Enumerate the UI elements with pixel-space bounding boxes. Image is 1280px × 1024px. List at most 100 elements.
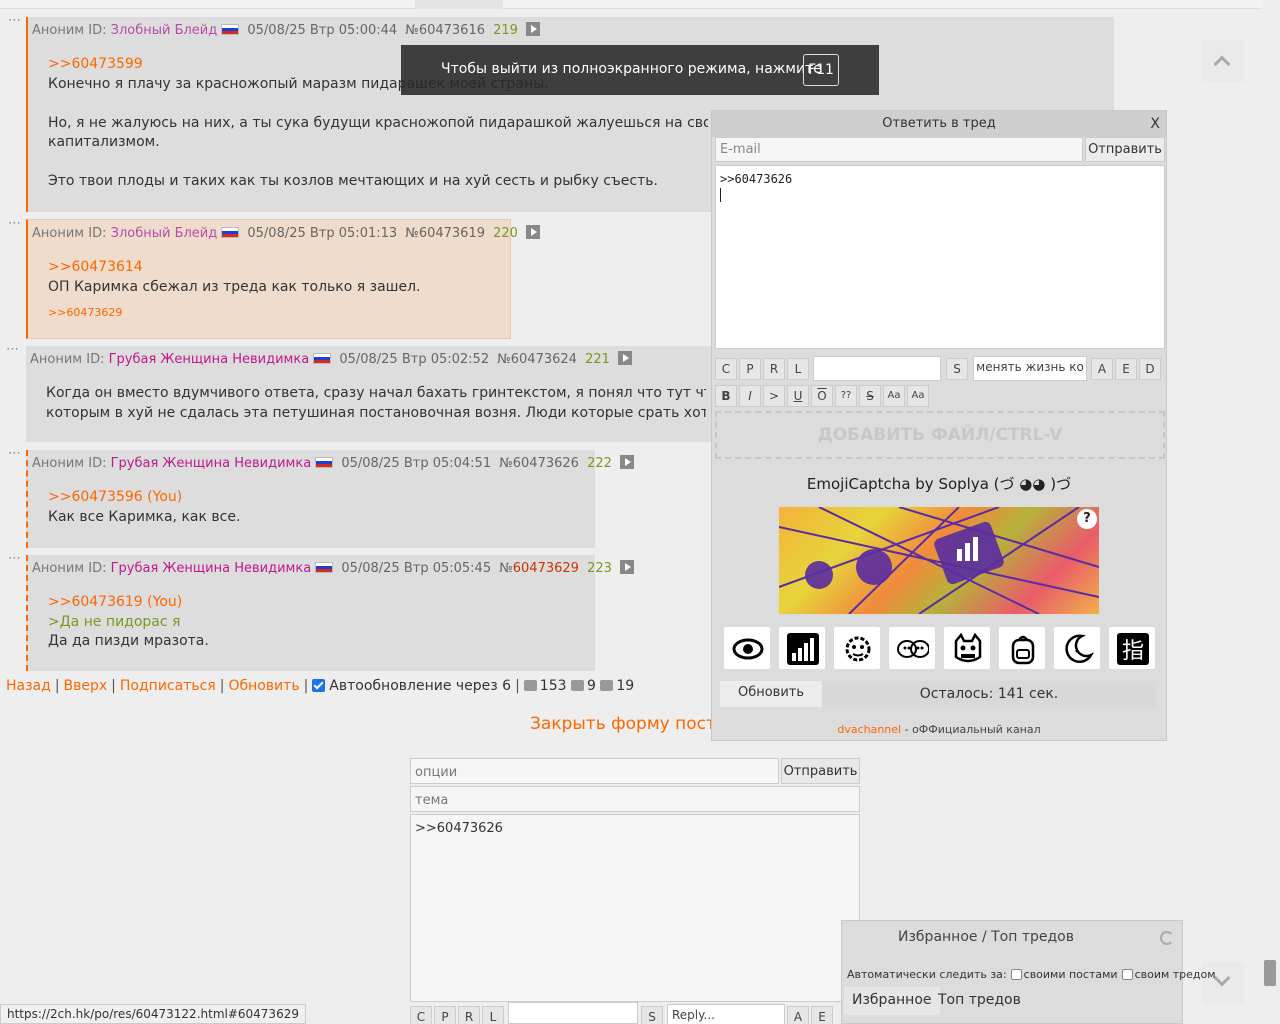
lower-extra-input[interactable] [508,1002,638,1024]
nav-top-link[interactable]: Вверх [64,678,108,694]
tab-favorites[interactable]: Избранное [844,987,940,1015]
eye-icon[interactable] [723,626,771,670]
status-url-bar: https://2ch.hk/po/res/60473122.html#6047… [0,1004,306,1024]
post-menu-dots[interactable]: ⋯ [8,214,22,234]
post-line: Как все Каримка, как все. [48,508,241,525]
options-field[interactable]: опции [410,758,779,784]
own-posts-checkbox[interactable] [1010,969,1022,980]
two-faces-icon[interactable] [888,626,936,670]
post-count: 222 [587,456,612,471]
post-reply-ref[interactable]: >>60473629 [48,303,500,323]
fmt-c-button[interactable]: C [410,1006,432,1024]
backpack-icon[interactable] [998,626,1046,670]
post-number[interactable]: №60473626 [499,456,579,471]
nav-back-link[interactable]: Назад [6,678,51,694]
nav-refresh-link[interactable]: Обновить [228,678,299,694]
post-menu-dots[interactable]: ⋯ [8,444,22,464]
rp-fmt-d-button[interactable]: D [1139,358,1161,380]
post-id-name[interactable]: Злобный Блейд [111,23,218,38]
post-id-name[interactable]: Злобный Блейд [111,226,218,241]
lower-submit-button[interactable]: Отправить [781,758,860,784]
play-icon[interactable] [618,351,633,365]
email-field[interactable]: E-mail [715,137,1083,162]
italic-button[interactable]: I [739,385,761,407]
fmt-p-button[interactable]: P [434,1006,456,1024]
play-icon[interactable] [526,22,541,36]
play-icon[interactable] [620,455,635,469]
spoiler-button[interactable]: ?? [835,385,857,407]
close-icon[interactable]: X [1150,111,1160,137]
lower-comment-textarea[interactable]: >>60473626 [410,814,860,1002]
post-menu-dots[interactable]: ⋯ [8,549,22,569]
post-number[interactable]: №60473616 [405,23,485,38]
page-scrollbar-thumb[interactable] [1264,960,1276,986]
post-222: ⋯ Аноним ID: Грубая Женщина Невидимка 05… [8,446,635,548]
post-id-name[interactable]: Грубая Женщина Невидимка [111,561,312,576]
post-reflink[interactable]: >>60473619 (You) [48,593,585,613]
post-number[interactable]: №60473629 [499,561,579,576]
fmt-l-button[interactable]: L [482,1006,504,1024]
play-icon[interactable] [526,225,541,239]
post-id-name[interactable]: Грубая Женщина Невидимка [111,456,312,471]
favorites-panel-title[interactable]: Избранное / Топ тредов [842,929,1074,945]
quick-reply-title-bar[interactable]: Ответить в тред [712,111,1166,137]
top-tab [415,0,503,9]
play-icon[interactable] [620,560,635,574]
moon-icon[interactable] [1053,626,1101,670]
reply-submit-button[interactable]: Отправить [1085,137,1165,162]
signal-bars-icon[interactable] [778,626,826,670]
refresh-icon[interactable] [1160,931,1174,945]
quote-button[interactable]: > [763,385,785,407]
rp-fmt-s-button[interactable]: S [946,358,968,380]
scroll-up-button[interactable] [1202,40,1244,82]
superscript-button[interactable]: Aa [883,385,905,407]
captcha-help-icon[interactable]: ? [1077,509,1097,529]
subject-field[interactable]: тема [410,786,860,812]
rp-fmt-l-button[interactable]: L [787,358,809,380]
rp-name-field[interactable]: менять жизнь ко [973,356,1087,381]
fmt-a-button[interactable]: A [787,1006,809,1024]
underline-button[interactable]: U [787,385,809,407]
reply-field[interactable]: Reply... [667,1004,785,1024]
post-menu-dots[interactable]: ⋯ [6,340,20,360]
rp-fmt-a-button[interactable]: A [1091,358,1113,380]
rp-fmt-c-button[interactable]: C [715,358,737,380]
finger-kanji-icon[interactable]: 指 [1108,626,1156,670]
fmt-s-button[interactable]: S [641,1006,663,1024]
post-number[interactable]: №60473619 [405,226,485,241]
russia-flag-icon [221,24,240,35]
file-dropzone[interactable]: ДОБАВИТЬ ФАЙЛ/CTRL-V [715,411,1165,459]
reply-panel-footer: dvachannel - оФФициальный канал [712,723,1166,736]
rp-extra-input[interactable] [813,356,941,381]
post-reflink[interactable]: >>60473614 [48,258,500,278]
autoupdate-checkbox[interactable] [312,679,326,692]
nav-subscribe-link[interactable]: Подписаться [120,678,216,694]
own-thread-checkbox[interactable] [1121,969,1133,980]
oni-mask-icon[interactable] [943,626,991,670]
post-id-name[interactable]: Грубая Женщина Невидимка [109,352,310,367]
dvachannel-link[interactable]: dvachannel [837,723,901,736]
rp-fmt-r-button[interactable]: R [763,358,785,380]
post-header: Аноним ID: Грубая Женщина Невидимка 05/0… [32,454,635,474]
tab-top-threads[interactable]: Топ тредов [930,987,1029,1015]
fmt-e-button[interactable]: E [811,1006,833,1024]
kanji-label: 指 [1122,639,1144,664]
post-number[interactable]: №60473624 [497,352,577,367]
favorites-panel: Избранное / Топ тредов Автоматически сле… [841,920,1216,1024]
reply-comment-textarea[interactable]: >>60473626 [715,165,1165,349]
bold-button[interactable]: B [715,385,737,407]
rp-fmt-e-button[interactable]: E [1115,358,1137,380]
strike-button[interactable]: S [859,385,881,407]
post-body: >>60473596 (You) Как все Каримка, как вс… [48,488,585,527]
close-post-form-link[interactable]: Закрыть форму пости [530,714,727,734]
rp-fmt-p-button[interactable]: P [739,358,761,380]
virus-icon[interactable] [833,626,881,670]
post-greentext: >Да не пидорас я [48,613,181,630]
fmt-r-button[interactable]: R [458,1006,480,1024]
post-reflink[interactable]: >>60473596 (You) [48,488,585,508]
subscript-button[interactable]: Aa [907,385,929,407]
post-date: 05/08/25 Втр 05:01:13 [247,226,398,241]
captcha-refresh-button[interactable]: Обновить [720,681,822,707]
overline-button[interactable]: O [811,385,833,407]
post-menu-dots[interactable]: ⋯ [8,11,22,31]
